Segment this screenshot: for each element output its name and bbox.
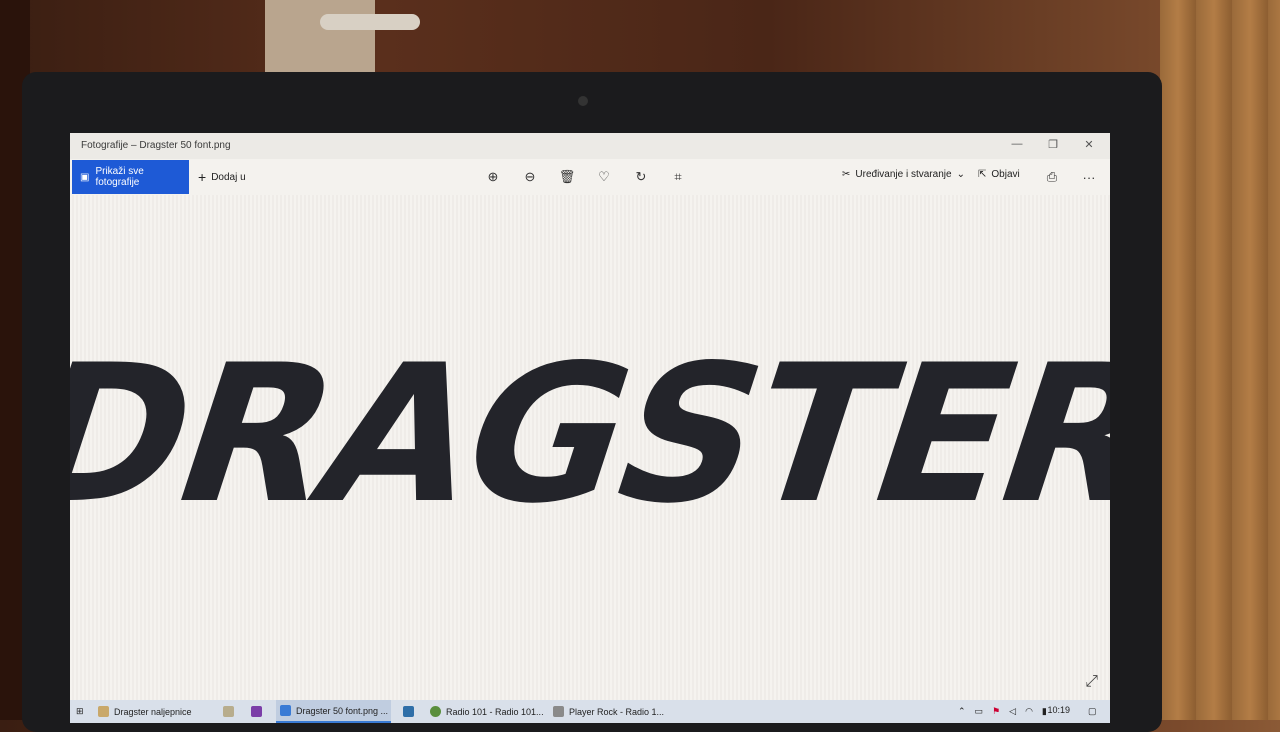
dragster-logo-image: DRAGSTER xyxy=(70,324,1110,545)
taskbar-item-label: Dragster 50 font.png ... xyxy=(296,705,389,716)
edit-create-label: Uređivanje i stvaranje xyxy=(855,169,952,180)
show-all-label: Prikaži sve fotografije xyxy=(95,166,144,188)
maximize-button[interactable]: ❐ xyxy=(1043,138,1063,151)
door-handle xyxy=(320,14,420,30)
network-icon[interactable]: ▭ xyxy=(975,706,984,717)
zoom-in-icon[interactable]: ⊕ xyxy=(485,169,501,185)
taskbar-clock[interactable]: 10:19 xyxy=(1047,705,1070,715)
taskbar-item-label: Player Rock - Radio 1... xyxy=(569,706,665,717)
add-to-label: Dodaj u xyxy=(211,171,246,183)
close-button[interactable]: ✕ xyxy=(1079,138,1099,151)
edit-create-button[interactable]: ✂ Uređivanje i stvaranje ⌄ xyxy=(842,169,965,180)
webcam xyxy=(578,96,588,106)
print-icon[interactable]: ⎙ xyxy=(1044,169,1060,185)
chevron-up-icon[interactable]: ⌃ xyxy=(958,706,966,717)
wood-panel xyxy=(1160,0,1280,720)
share-label: Objavi xyxy=(991,169,1020,180)
show-all-photos-button[interactable]: ▣ Prikaži sve fotografije xyxy=(72,160,189,194)
folder-icon xyxy=(403,706,414,717)
toolbar: ▣ Prikaži sve fotografije + Dodaj u ⊕ ⊖ … xyxy=(70,159,1110,195)
favorite-icon[interactable]: ♡ xyxy=(596,169,612,185)
door xyxy=(265,0,375,75)
taskbar-item-label: Radio 101 - Radio 101... xyxy=(446,706,544,717)
wifi-icon[interactable]: ◠ xyxy=(1025,706,1033,717)
taskbar-item-label: Dragster naljepnice xyxy=(114,706,192,717)
more-options-button[interactable]: ··· xyxy=(1081,169,1097,185)
edit-icon: ✂ xyxy=(842,169,851,180)
logo-text: DRAGSTER xyxy=(70,324,1110,545)
flag-icon[interactable]: ⚑ xyxy=(992,706,1000,717)
share-button[interactable]: ⇱ Objavi xyxy=(978,169,1020,180)
add-to-button[interactable]: + Dodaj u xyxy=(198,169,246,185)
rotate-icon[interactable]: ↻ xyxy=(633,169,649,185)
photos-app-icon xyxy=(280,705,291,716)
volume-icon[interactable]: ◁ xyxy=(1009,706,1016,717)
image-canvas: DRAGSTER ⤢ xyxy=(70,195,1110,701)
chrome-icon xyxy=(430,706,441,717)
document-icon xyxy=(98,706,109,717)
window-title: Fotografije – Dragster 50 font.png xyxy=(81,140,231,151)
share-icon: ⇱ xyxy=(978,169,987,180)
plus-icon: + xyxy=(198,169,207,185)
crop-icon[interactable]: ⌗ xyxy=(670,169,686,185)
title-bar: Fotografije – Dragster 50 font.png — ❐ ✕ xyxy=(70,133,1110,159)
zoom-out-icon[interactable]: ⊖ xyxy=(522,169,538,185)
delete-icon[interactable]: 🗑 xyxy=(559,169,576,185)
fullscreen-icon[interactable]: ⤢ xyxy=(1085,673,1098,691)
chevron-down-icon: ⌄ xyxy=(956,169,965,180)
minimize-button[interactable]: — xyxy=(1007,138,1027,150)
photos-icon: ▣ xyxy=(80,171,90,183)
onenote-icon xyxy=(251,706,262,717)
windows-icon: ⊞ xyxy=(76,706,84,716)
laptop-screen: Fotografije – Dragster 50 font.png — ❐ ✕… xyxy=(70,133,1110,723)
calculator-icon xyxy=(223,706,234,717)
shield-icon xyxy=(553,706,564,717)
battery-icon[interactable]: ▮ xyxy=(1042,706,1047,717)
